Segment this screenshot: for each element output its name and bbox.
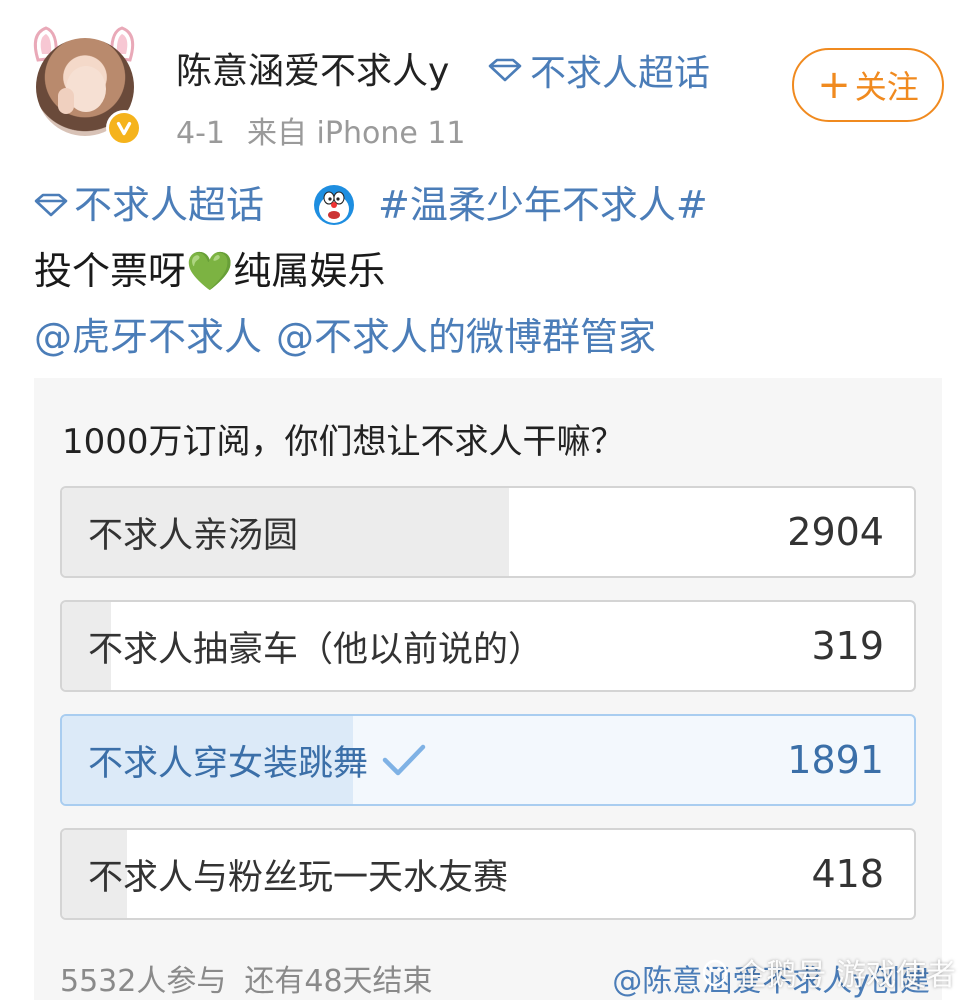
post-text-1: 投个票呀 <box>34 249 187 293</box>
supertopic-link-label: 不求人超话 <box>74 183 265 227</box>
poll-option-label: 不求人亲汤圆 <box>88 515 299 556</box>
poll-option-count: 319 <box>811 624 884 668</box>
follow-button[interactable]: + 关注 <box>792 48 944 122</box>
watermark: 企鹅号 游戏使者 <box>700 950 956 994</box>
post-date: 4-1 <box>176 116 225 151</box>
penguin-logo-icon <box>703 959 728 987</box>
poll-participants: 5532人参与 <box>60 964 227 999</box>
diamond-icon <box>488 58 522 82</box>
username[interactable]: 陈意涵爱不求人y <box>176 42 449 94</box>
poll-option-count: 2904 <box>787 510 884 554</box>
poll-option-label: 不求人抽豪车（他以前说的） <box>88 629 544 670</box>
supertopic-tag-label: 不求人超话 <box>530 53 711 94</box>
poll-option-label: 不求人与粉丝玩一天水友赛 <box>88 857 509 898</box>
poll-option[interactable]: 不求人亲汤圆 2904 <box>60 486 916 578</box>
mention-huya[interactable]: @虎牙不求人 <box>34 304 262 370</box>
poll-option-label: 不求人穿女装跳舞 <box>88 743 369 784</box>
post-header: 陈意涵爱不求人y 不求人超话 4-1 来自 iPhone 11 + 关注 <box>0 0 976 160</box>
post-body: 不求人超话 #温柔少年不求人# 投个票呀 💚 纯属娱乐 @虎牙不求人 @不求人的微博群… <box>34 172 954 370</box>
supertopic-link[interactable]: 不求人超话 <box>34 172 264 238</box>
post-source: 来自 iPhone 11 <box>247 116 466 151</box>
poll-option-selected[interactable]: 不求人穿女装跳舞 1891 <box>60 714 916 806</box>
poll-option-count: 1891 <box>787 738 884 782</box>
green-heart-emoji: 💚 <box>186 249 234 293</box>
poll-option[interactable]: 不求人抽豪车（他以前说的） 319 <box>60 600 916 692</box>
diamond-icon <box>34 193 68 217</box>
doraemon-icon <box>314 185 355 225</box>
poll-option[interactable]: 不求人与粉丝玩一天水友赛 418 <box>60 828 916 920</box>
poll-remaining: 还有48天结束 <box>244 964 433 999</box>
post-meta: 4-1 来自 iPhone 11 <box>176 108 466 152</box>
poll-title: 1000万订阅，你们想让不求人干嘛？ <box>62 422 625 462</box>
supertopic-tag[interactable]: 不求人超话 <box>488 44 710 96</box>
follow-label: 关注 <box>854 68 919 106</box>
plus-icon: + <box>817 62 851 108</box>
watermark-text: 企鹅号 游戏使者 <box>736 958 956 993</box>
poll-option-count: 418 <box>811 852 884 896</box>
verified-badge-icon <box>106 110 142 146</box>
post-text-2: 纯属娱乐 <box>233 249 386 293</box>
avatar[interactable] <box>28 24 142 146</box>
mention-group-manager[interactable]: @不求人的微博群管家 <box>276 304 656 370</box>
hashtag-link[interactable]: #温柔少年不求人# <box>378 172 708 238</box>
check-icon <box>382 744 426 776</box>
poll-stats: 5532人参与 还有48天结束 <box>60 956 433 1000</box>
poll-card: 1000万订阅，你们想让不求人干嘛？ 不求人亲汤圆 2904 不求人抽豪车（他以… <box>34 378 942 1000</box>
